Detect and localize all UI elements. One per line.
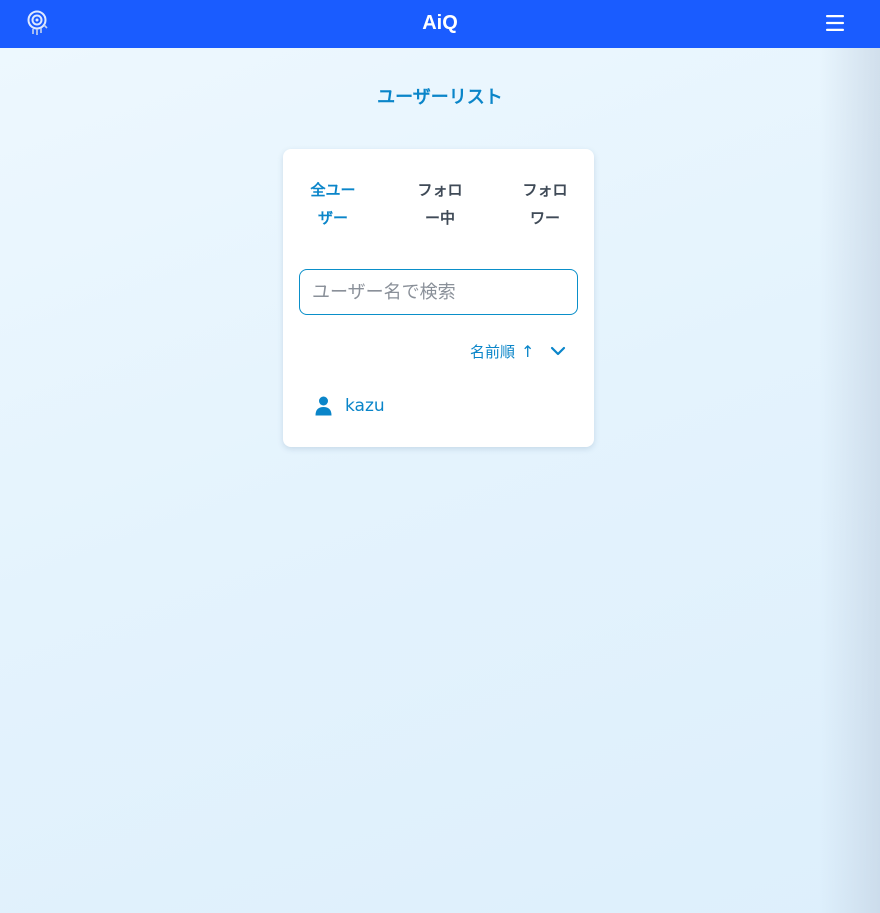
- top-app-bar: AiQ: [0, 0, 880, 48]
- sort-dropdown[interactable]: 名前順 ↑: [470, 339, 566, 363]
- user-list-card: 全ユーザー フォロー中 フォロワー 名前順 ↑ kazu: [283, 149, 594, 447]
- tab-following[interactable]: フォロー中: [411, 176, 469, 232]
- tab-followers[interactable]: フォロワー: [516, 176, 574, 232]
- page-title: ユーザーリスト: [377, 87, 503, 108]
- page-edge-shadow: [820, 48, 880, 913]
- tab-all-users[interactable]: 全ユーザー: [304, 176, 362, 232]
- sort-direction-arrow-icon[interactable]: ↑: [521, 342, 534, 361]
- chevron-down-icon[interactable]: [550, 343, 566, 359]
- user-icon: [315, 396, 332, 416]
- hamburger-menu-icon[interactable]: [822, 12, 848, 34]
- app-title: AiQ: [422, 12, 458, 34]
- user-list-item[interactable]: kazu: [315, 393, 565, 419]
- sort-label: 名前順: [470, 342, 516, 361]
- user-name: kazu: [345, 396, 385, 416]
- user-search-input[interactable]: [299, 269, 578, 315]
